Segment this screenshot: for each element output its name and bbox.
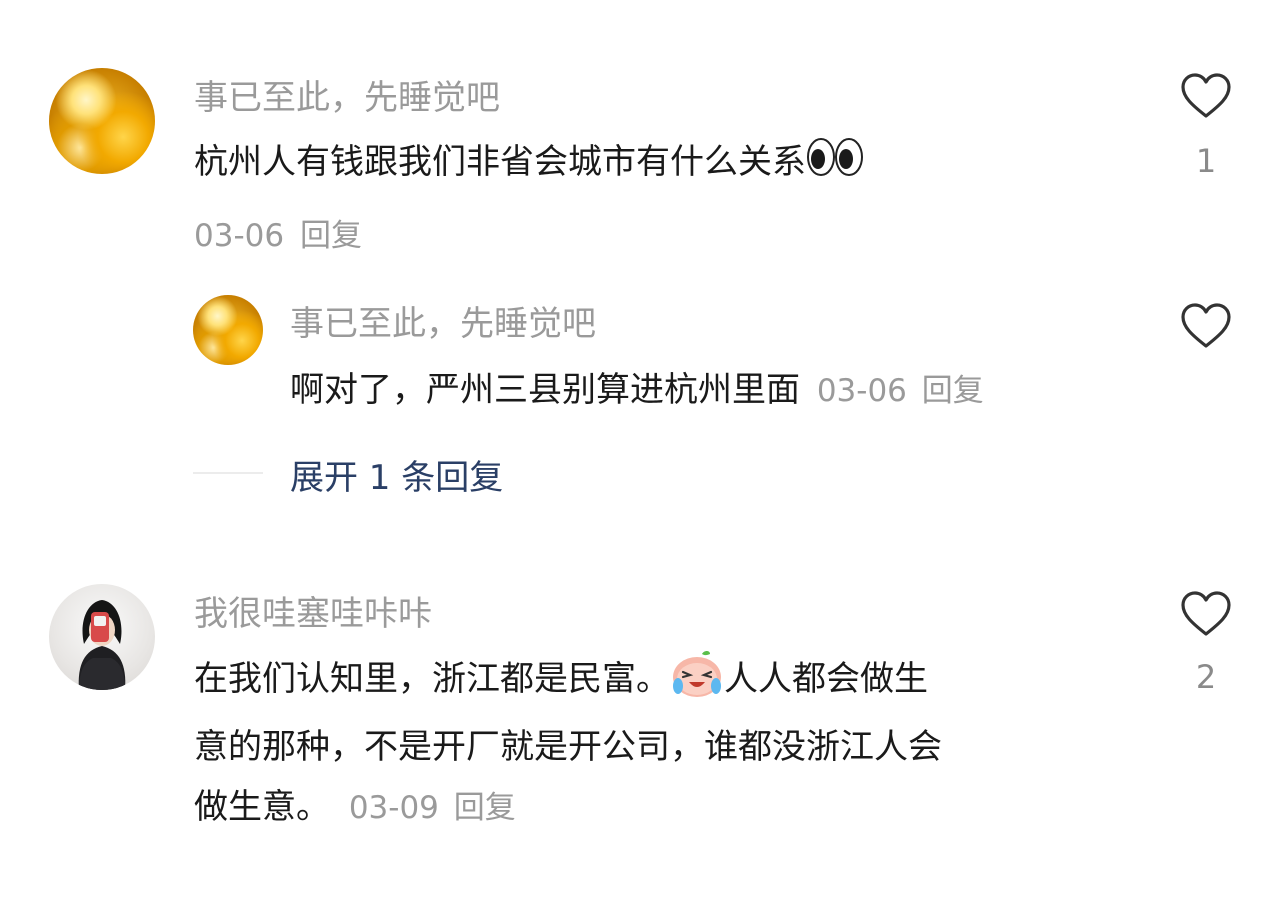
- reply-text: 啊对了，严州三县别算进杭州里面: [290, 370, 800, 410]
- comment-text-line3: 做生意。: [194, 787, 330, 827]
- laughing-tears-emoji: [670, 648, 724, 717]
- avatar[interactable]: [49, 68, 155, 174]
- reply-username[interactable]: 事已至此，先睡觉吧: [290, 304, 596, 344]
- like-heart-icon[interactable]: [1180, 302, 1232, 350]
- comment-text: 杭州人有钱跟我们非省会城市有什么关系: [194, 132, 864, 196]
- reply-avatar[interactable]: [193, 295, 263, 365]
- expand-replies-button[interactable]: 展开 1 条回复: [290, 450, 503, 499]
- eyes-emoji: [806, 136, 864, 196]
- expand-divider: [193, 472, 263, 474]
- comment-text-body: 杭州人有钱跟我们非省会城市有什么关系: [194, 142, 806, 182]
- avatar[interactable]: [49, 584, 155, 690]
- comment-date: 03-06: [194, 218, 285, 254]
- comment-username[interactable]: 我很哇塞哇咔咔: [194, 594, 432, 634]
- reply-text-row: 啊对了，严州三县别算进杭州里面 03-06 回复: [290, 360, 984, 421]
- comment-meta: 03-06 回复: [194, 210, 362, 255]
- comment-text: 在我们认知里，浙江都是民富。 人人都会做生 意的那种，不是开厂就是开公司，谁都没浙…: [194, 648, 1154, 838]
- reply-button[interactable]: 回复: [454, 790, 516, 826]
- comment-text-part1: 在我们认知里，浙江都是民富。: [194, 659, 670, 699]
- reply-button[interactable]: 回复: [300, 218, 362, 254]
- comment-text-part2: 人人都会做生: [724, 659, 928, 699]
- comment-date: 03-09: [348, 790, 439, 826]
- comment-username[interactable]: 事已至此，先睡觉吧: [194, 78, 500, 118]
- reply-button[interactable]: 回复: [922, 373, 984, 409]
- comment-text-line2: 意的那种，不是开厂就是开公司，谁都没浙江人会: [194, 727, 942, 767]
- like-heart-icon[interactable]: [1180, 72, 1232, 120]
- reply-date: 03-06: [816, 373, 907, 409]
- like-count: 1: [1195, 142, 1217, 180]
- like-count: 2: [1195, 658, 1217, 696]
- like-heart-icon[interactable]: [1180, 590, 1232, 638]
